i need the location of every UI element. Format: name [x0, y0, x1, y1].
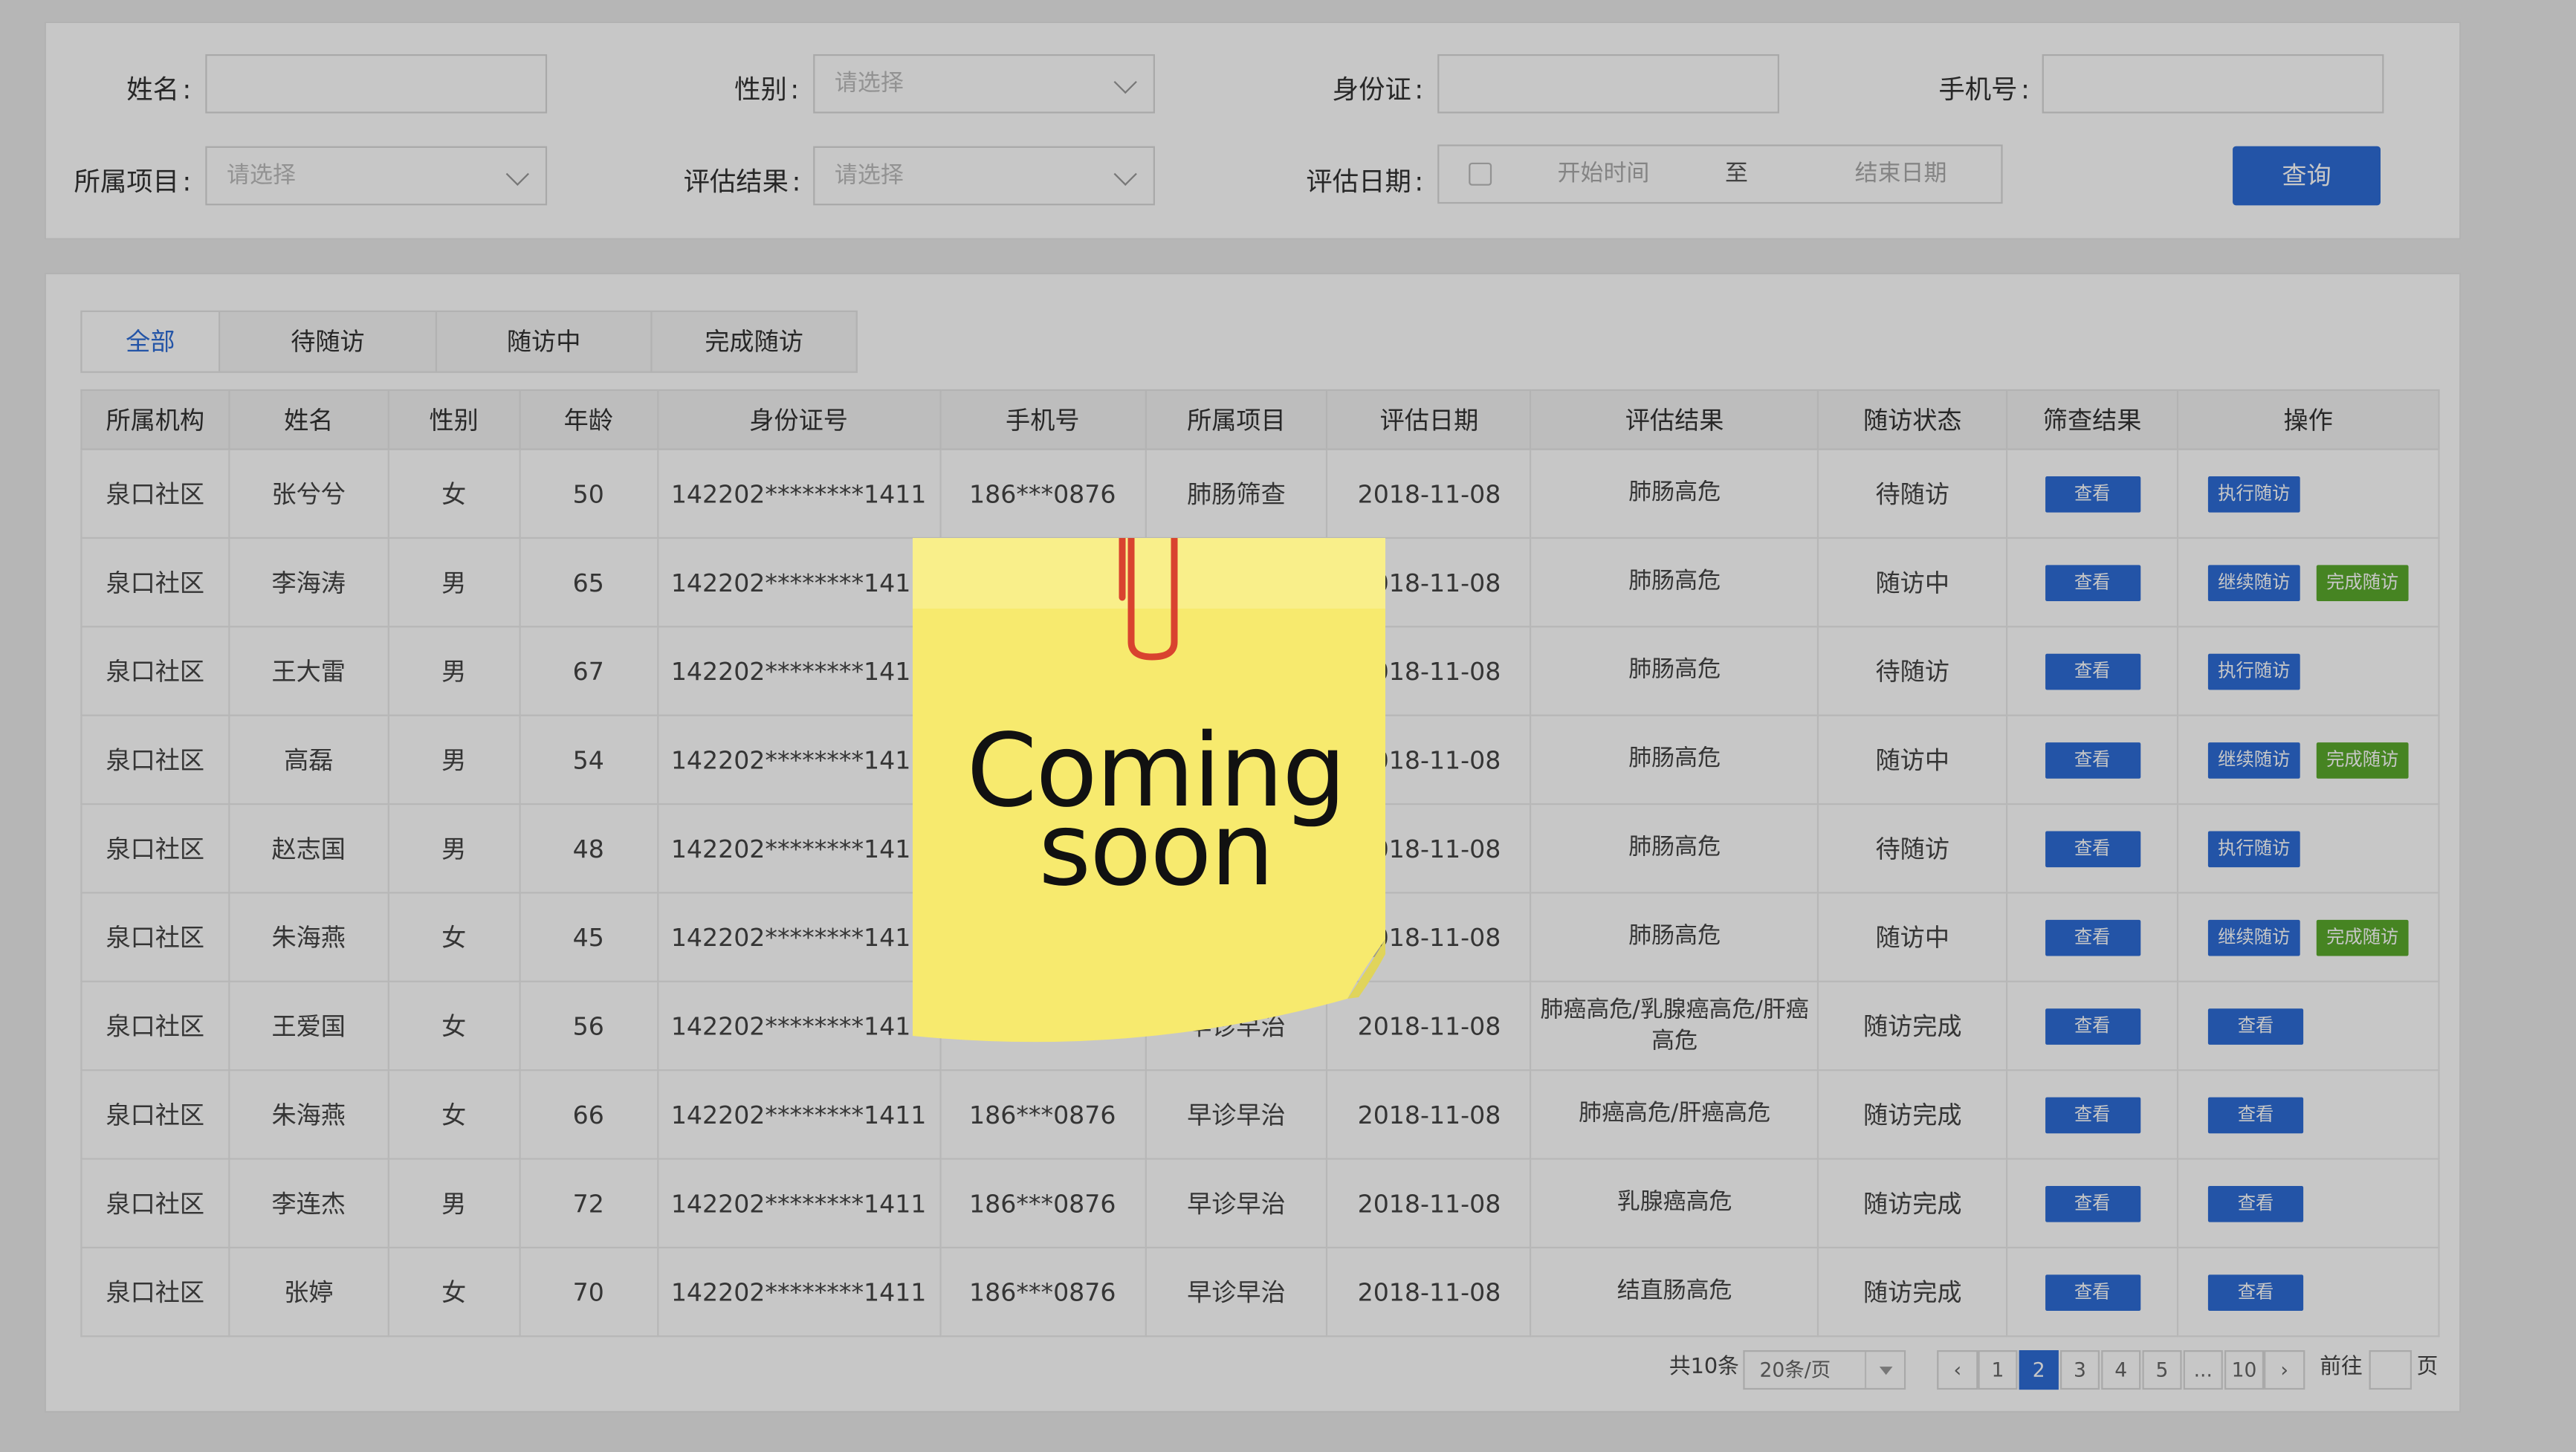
coming-soon-text: Coming soon	[966, 713, 1347, 909]
